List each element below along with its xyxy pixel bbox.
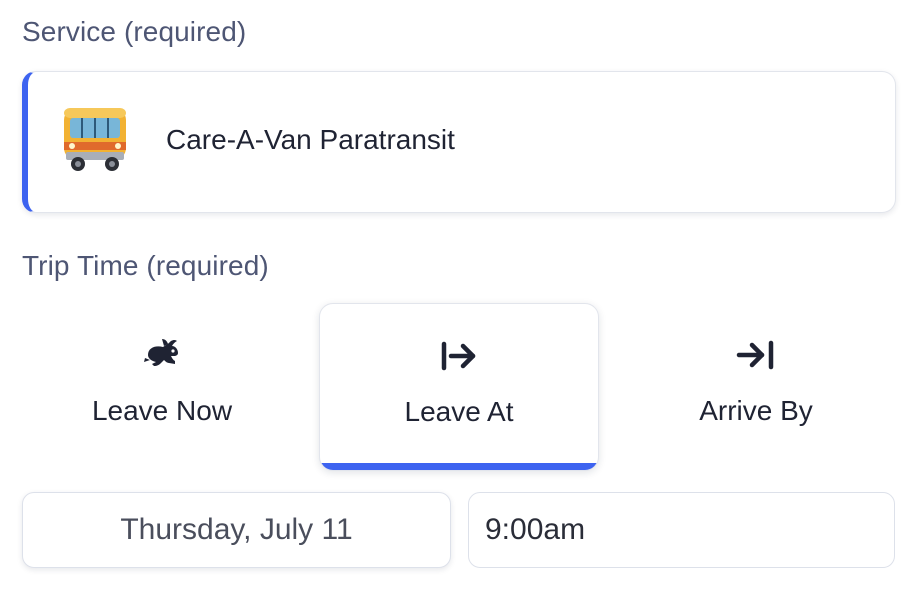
arrow-right-from-bar-icon: [439, 338, 479, 374]
leave-now-option[interactable]: Leave Now: [22, 303, 302, 471]
leave-at-option[interactable]: Leave At: [319, 303, 599, 471]
trip-request-form: Service (required) Care-A-Van Paratransi…: [0, 0, 918, 598]
service-name: Care-A-Van Paratransit: [166, 124, 455, 155]
trip-time-section-label: Trip Time (required): [22, 250, 269, 281]
leave-now-label: Leave Now: [91, 395, 233, 426]
leave-at-label: Leave At: [404, 396, 514, 427]
arrow-right-to-bar-icon: [736, 337, 776, 373]
service-section-label: Service (required): [22, 16, 247, 47]
service-card-care-a-van[interactable]: Care-A-Van Paratransit: [22, 71, 896, 213]
time-input[interactable]: 9:00am: [468, 492, 895, 568]
date-picker-button[interactable]: Thursday, July 11: [22, 492, 451, 568]
rabbit-icon: [142, 337, 182, 373]
arrive-by-label: Arrive By: [699, 395, 813, 426]
arrive-by-option[interactable]: Arrive By: [616, 303, 896, 471]
bus-icon: [58, 104, 132, 178]
